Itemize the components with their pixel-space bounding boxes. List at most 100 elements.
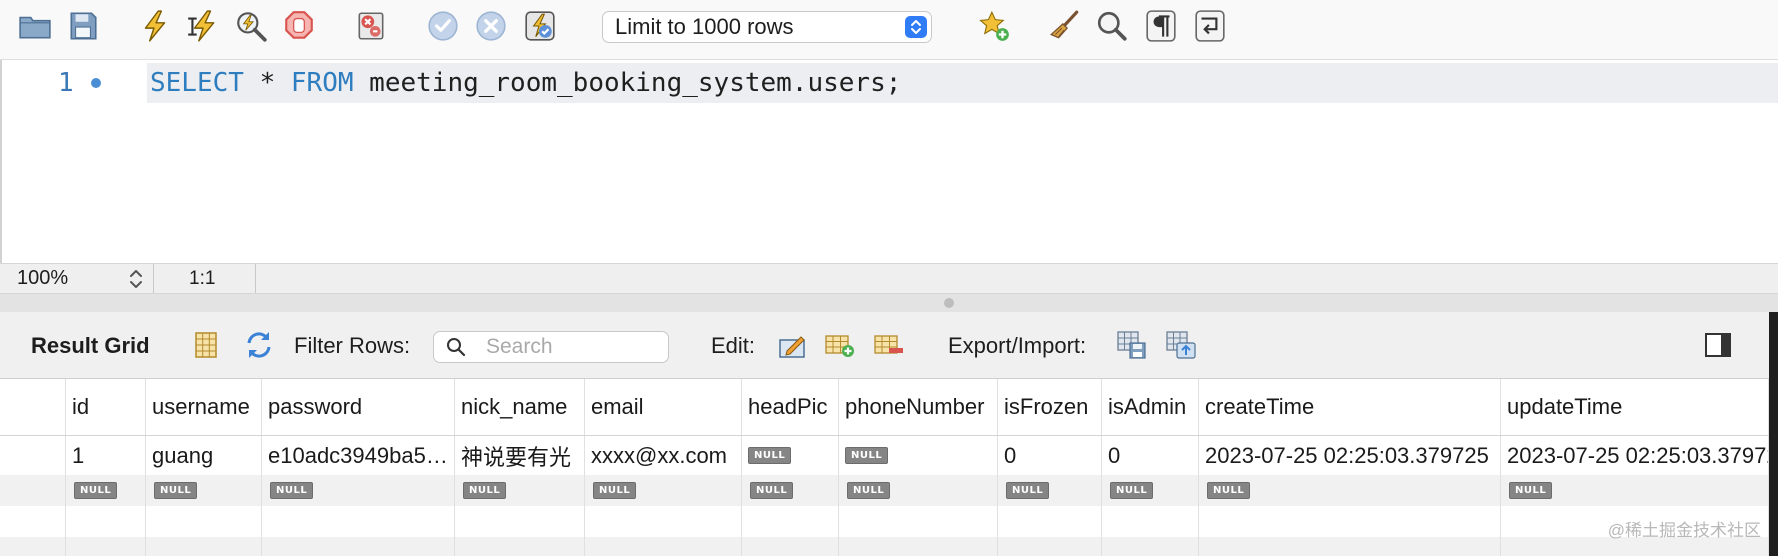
table-cell[interactable]: e10adc3949ba5…	[262, 436, 455, 475]
null-badge: NULL	[270, 482, 314, 499]
execute-icon[interactable]	[138, 9, 172, 43]
null-badge: NULL	[1110, 482, 1154, 499]
zoom-stepper-icon[interactable]	[128, 268, 144, 290]
column-header-id[interactable]: id	[66, 379, 146, 435]
empty-cell	[585, 506, 742, 537]
table-cell[interactable]: NULL	[455, 475, 585, 506]
empty-cell	[1199, 506, 1501, 537]
find-icon[interactable]	[1095, 9, 1129, 43]
execute-current-icon[interactable]	[185, 9, 219, 43]
empty-cell	[1102, 506, 1199, 537]
invisible-characters-icon[interactable]	[1144, 9, 1178, 43]
import-icon[interactable]	[1165, 329, 1197, 361]
table-cell[interactable]: NULL	[998, 475, 1102, 506]
table-cell[interactable]: 神说要有光	[455, 436, 585, 475]
column-header-createtime[interactable]: createTime	[1199, 379, 1501, 435]
null-badge: NULL	[593, 482, 637, 499]
query-toolbar: Limit to 1000 rows	[0, 0, 1778, 60]
sql-table-name: meeting_room_booking_system.users;	[369, 68, 902, 98]
table-cell[interactable]: NULL	[1199, 475, 1501, 506]
autocommit-icon[interactable]	[523, 9, 557, 43]
stop-icon[interactable]	[282, 9, 316, 43]
watermark: @稀土掘金技术社区	[1607, 521, 1761, 540]
save-icon[interactable]	[66, 9, 100, 43]
result-grid-title[interactable]: Result Grid	[31, 329, 150, 363]
column-header-username[interactable]: username	[146, 379, 262, 435]
export-import-label: Export/Import:	[948, 333, 1087, 358]
delete-row-icon[interactable]	[873, 329, 905, 361]
add-snippet-icon[interactable]	[977, 9, 1011, 43]
empty-cell	[742, 537, 839, 556]
empty-cell	[146, 537, 262, 556]
empty-cell	[1102, 537, 1199, 556]
toggle-continue-on-error-icon[interactable]	[354, 9, 388, 43]
zoom-level[interactable]: 100%	[17, 264, 68, 293]
beautify-icon[interactable]	[1048, 9, 1082, 43]
table-cell[interactable]: NULL	[66, 475, 146, 506]
grid-layout-icon[interactable]	[190, 329, 222, 361]
table-cell[interactable]: NULL	[742, 436, 839, 475]
add-row-icon[interactable]	[824, 329, 856, 361]
empty-cell	[66, 537, 146, 556]
wrap-lines-icon[interactable]	[1193, 9, 1227, 43]
null-badge: NULL	[463, 482, 507, 499]
column-header-nick-name[interactable]: nick_name	[455, 379, 585, 435]
empty-cell	[585, 537, 742, 556]
table-cell[interactable]: 0	[998, 436, 1102, 475]
code-line[interactable]: SELECT * FROM meeting_room_booking_syste…	[150, 63, 901, 103]
row-header[interactable]	[0, 475, 66, 506]
filter-rows-input[interactable]: Search	[433, 331, 669, 363]
edit-row-icon[interactable]	[777, 329, 809, 361]
column-header-headpic[interactable]: headPic	[742, 379, 839, 435]
table-cell[interactable]: guang	[146, 436, 262, 475]
limit-rows-value: Limit to 1000 rows	[615, 14, 794, 39]
table-cell[interactable]: NULL	[585, 475, 742, 506]
table-cell[interactable]: NULL	[262, 475, 455, 506]
column-header-password[interactable]: password	[262, 379, 455, 435]
null-badge: NULL	[750, 482, 794, 499]
open-folder-icon[interactable]	[18, 9, 52, 43]
table-row[interactable]: 1 guang e10adc3949ba5… 神说要有光 xxxx@xx.com…	[0, 436, 1769, 475]
export-icon[interactable]	[1116, 329, 1148, 361]
row-header[interactable]	[0, 436, 66, 475]
table-cell[interactable]: 0	[1102, 436, 1199, 475]
search-placeholder: Search	[486, 335, 553, 358]
table-cell[interactable]: NULL	[1102, 475, 1199, 506]
sql-star: *	[259, 68, 276, 98]
limit-rows-select[interactable]: Limit to 1000 rows	[602, 11, 932, 43]
column-header-isfrozen[interactable]: isFrozen	[998, 379, 1102, 435]
select-stepper-icon	[905, 16, 927, 38]
workbench-window: Limit to 1000 rows 1 SELECT * FROM meeti…	[0, 0, 1778, 556]
column-header-isadmin[interactable]: isAdmin	[1102, 379, 1199, 435]
table-cell[interactable]: xxxx@xx.com	[585, 436, 742, 475]
sql-editor[interactable]: 1 SELECT * FROM meeting_room_booking_sys…	[0, 60, 1778, 263]
table-cell[interactable]: 2023-07-25 02:25:03.379725	[1501, 436, 1769, 475]
null-badge: NULL	[748, 447, 792, 464]
table-cell[interactable]: NULL	[742, 475, 839, 506]
explain-icon[interactable]	[234, 9, 268, 43]
panel-splitter[interactable]	[0, 294, 1778, 312]
empty-cell	[998, 537, 1102, 556]
status-divider	[153, 264, 154, 293]
table-cell[interactable]: 2023-07-25 02:25:03.379725	[1199, 436, 1501, 475]
table-cell[interactable]: NULL	[146, 475, 262, 506]
table-cell[interactable]: NULL	[1501, 475, 1769, 506]
empty-cell	[262, 506, 455, 537]
table-cell[interactable]: NULL	[839, 475, 998, 506]
cursor-position: 1:1	[189, 268, 216, 289]
table-cell[interactable]: NULL	[839, 436, 998, 475]
empty-cell	[0, 506, 66, 537]
commit-icon[interactable]	[426, 9, 460, 43]
null-badge: NULL	[1006, 482, 1050, 499]
splitter-handle-icon[interactable]	[944, 298, 954, 308]
column-header-updatetime[interactable]: updateTime	[1501, 379, 1769, 435]
null-badge: NULL	[74, 482, 118, 499]
column-header-email[interactable]: email	[585, 379, 742, 435]
refresh-icon[interactable]	[243, 329, 275, 361]
toggle-panel-icon[interactable]	[1702, 329, 1734, 361]
result-grid[interactable]: id username password nick_name email hea…	[0, 379, 1769, 556]
rollback-icon[interactable]	[474, 9, 508, 43]
new-row-placeholder[interactable]: NULL NULL NULL NULL NULL NULL NULL NULL …	[0, 475, 1769, 506]
table-cell[interactable]: 1	[66, 436, 146, 475]
column-header-phonenumber[interactable]: phoneNumber	[839, 379, 998, 435]
